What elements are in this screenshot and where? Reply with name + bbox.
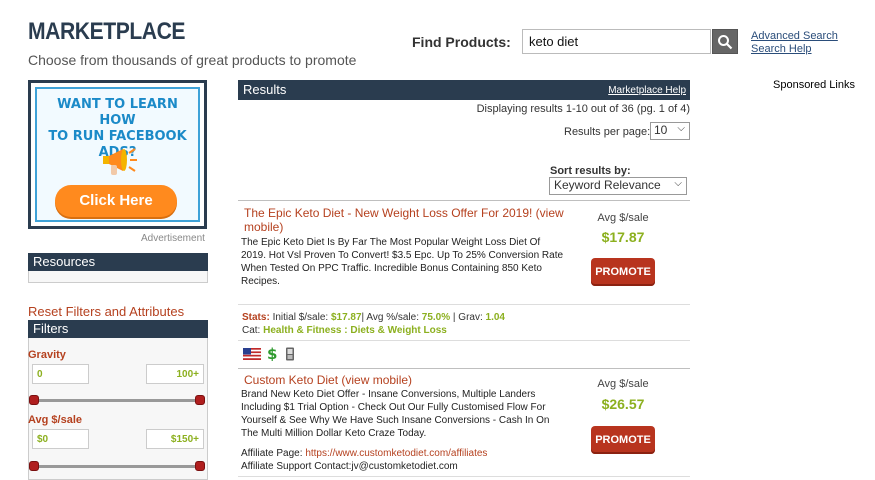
gravity-slider-max-handle[interactable] <box>195 395 205 405</box>
affiliate-page: Affiliate Page: https://www.customketodi… <box>241 447 487 460</box>
megaphone-icon <box>103 148 137 175</box>
gravity-min-input[interactable] <box>32 364 89 384</box>
avg-pct-value: 75.0% <box>421 312 451 323</box>
search-button[interactable] <box>712 29 738 54</box>
avg-sale-label: Avg $/sale <box>28 414 83 426</box>
gravity-label: Gravity <box>28 349 66 361</box>
mobile-icon <box>286 347 294 360</box>
product-title-link[interactable]: The Epic Keto Diet - New Weight Loss Off… <box>244 206 564 234</box>
results-header: Results Marketplace Help <box>238 80 690 100</box>
reset-filters-link[interactable]: Reset Filters and Attributes <box>28 304 184 319</box>
ad-click-here-button[interactable]: Click Here <box>55 185 177 217</box>
gravity-slider-track[interactable] <box>34 399 201 402</box>
product-icons: $ <box>243 346 295 361</box>
advanced-search-link[interactable]: Advanced Search <box>751 30 838 43</box>
gravity-stat-label: | Grav: <box>452 312 483 323</box>
row-divider <box>238 200 690 201</box>
ad-title-line1: WANT TO LEARN HOW <box>57 97 178 128</box>
per-page-label: Results per page: <box>564 126 651 138</box>
ad-inner: WANT TO LEARN HOW TO RUN FACEBOOK ADS? C… <box>35 87 200 222</box>
search-links: Advanced Search Search Help <box>751 30 838 56</box>
avg-sale-min-input[interactable] <box>32 429 89 449</box>
avg-sale-slider-max-handle[interactable] <box>195 461 205 471</box>
sort-select[interactable]: Keyword Relevance ⌵ <box>549 177 687 195</box>
chevron-down-icon: ⌵ <box>674 178 682 189</box>
row-divider <box>238 368 690 369</box>
marketplace-help-link[interactable]: Marketplace Help <box>608 85 686 96</box>
avg-sale-max-input[interactable] <box>146 429 204 449</box>
filters-header: Filters <box>28 320 208 338</box>
avg-pct-label: | Avg %/sale: <box>361 312 419 323</box>
row-divider <box>238 304 690 305</box>
sponsored-links-label: Sponsored Links <box>773 79 855 91</box>
category-label: Cat: <box>242 325 261 336</box>
avg-sale-caption: Avg $/sale <box>597 212 649 224</box>
stats-label: Stats: <box>242 312 270 323</box>
results-count: Displaying results 1-10 out of 36 (pg. 1… <box>476 103 690 115</box>
search-input[interactable] <box>522 29 711 54</box>
svg-text:$: $ <box>267 346 277 361</box>
avg-sale-slider-track[interactable] <box>34 465 201 468</box>
gravity-stat-value: 1.04 <box>485 312 505 323</box>
row-divider <box>238 476 690 477</box>
affiliate-page-label: Affiliate Page: <box>241 448 303 459</box>
search-icon <box>718 34 733 49</box>
avg-sale-caption: Avg $/sale <box>597 378 649 390</box>
page-subtitle: Choose from thousands of great products … <box>28 52 357 68</box>
resources-header[interactable]: Resources <box>28 253 208 271</box>
gravity-slider-min-handle[interactable] <box>29 395 39 405</box>
brand-header: MARKETPLACE Choose from thousands of gre… <box>28 18 356 68</box>
initial-sale-label: Initial $/sale: <box>272 312 329 323</box>
avg-sale-value: $26.57 <box>601 396 645 412</box>
sort-label: Sort results by: <box>550 165 631 177</box>
affiliate-page-link[interactable]: https://www.customketodiet.com/affiliate… <box>305 448 487 459</box>
search-help-link[interactable]: Search Help <box>751 43 838 56</box>
initial-sale-value: $17.87 <box>330 312 362 323</box>
product-title-link[interactable]: Custom Keto Diet (view mobile) <box>244 373 564 387</box>
per-page-value: 10 <box>654 123 668 137</box>
sort-value: Keyword Relevance <box>554 178 661 192</box>
product-description: The Epic Keto Diet Is By Far The Most Po… <box>241 237 564 287</box>
find-products-label: Find Products: <box>412 34 511 50</box>
category-value[interactable]: Health & Fitness : Diets & Weight Loss <box>263 325 447 336</box>
page-title: MARKETPLACE <box>28 18 186 45</box>
promote-button[interactable]: PROMOTE <box>591 258 655 286</box>
product-stats: Stats: Initial $/sale: $17.87| Avg %/sal… <box>242 311 505 324</box>
per-page-select[interactable]: 10 ⌵ <box>650 122 690 140</box>
gravity-max-input[interactable] <box>146 364 204 384</box>
affiliate-support: Affiliate Support Contact:jv@customketod… <box>241 461 458 472</box>
avg-sale-slider-min-handle[interactable] <box>29 461 39 471</box>
dollar-icon: $ <box>267 346 277 361</box>
avg-sale-value: $17.87 <box>601 229 645 245</box>
advertisement-banner[interactable]: WANT TO LEARN HOW TO RUN FACEBOOK ADS? C… <box>28 80 207 229</box>
ad-caption: Advertisement <box>141 233 205 244</box>
promote-button[interactable]: PROMOTE <box>591 426 655 454</box>
us-flag-icon <box>243 347 261 360</box>
resources-panel <box>28 271 208 283</box>
results-title: Results <box>243 82 287 97</box>
product-description: Brand New Keto Diet Offer - Insane Conve… <box>241 389 550 439</box>
row-divider <box>238 340 690 341</box>
product-category: Cat: Health & Fitness : Diets & Weight L… <box>242 324 447 337</box>
chevron-down-icon: ⌵ <box>677 123 685 134</box>
